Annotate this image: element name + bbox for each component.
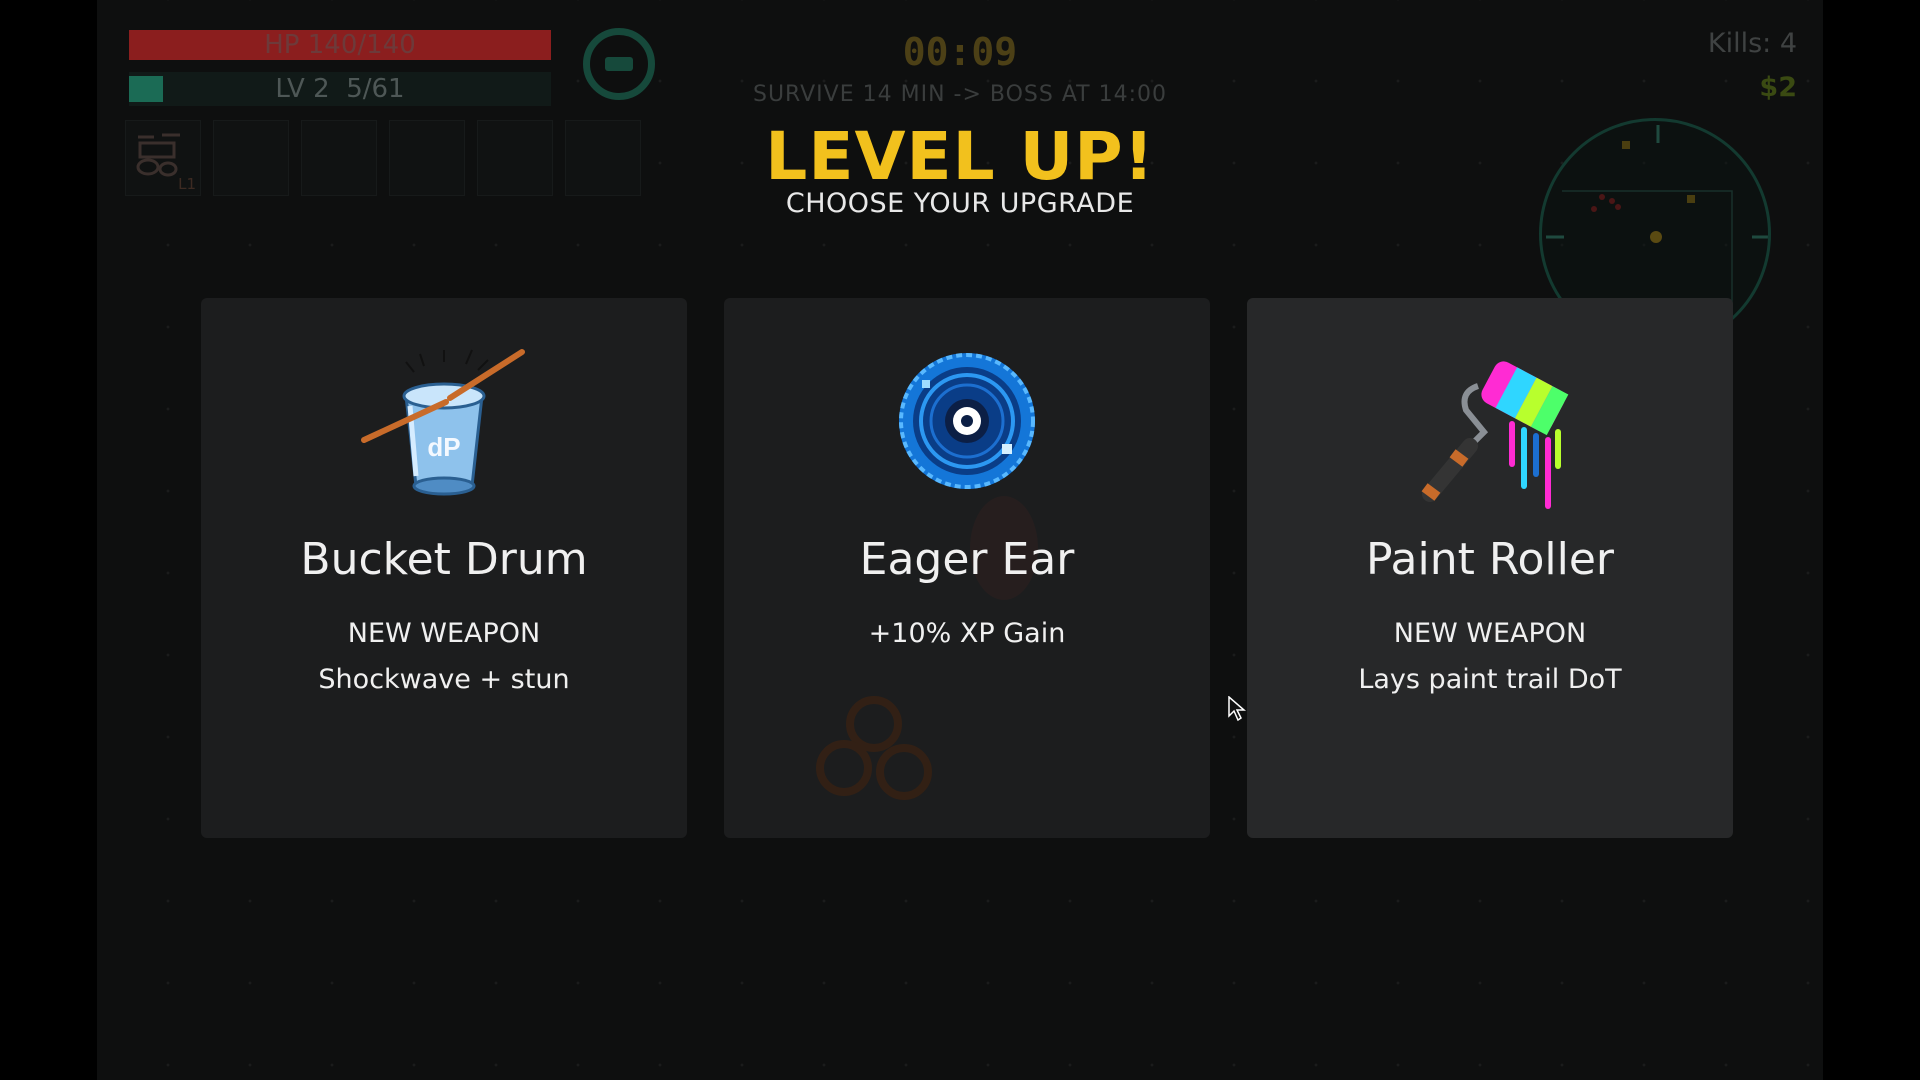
objective-text: SURVIVE 14 MIN -> BOSS AT 14:00 [752,82,1168,107]
vinyl-disc-icon [724,336,1210,506]
card-description: +10% XP Gain [868,618,1066,649]
level-up-title: LEVEL UP! [765,118,1155,195]
card-name: Eager Ear [859,534,1075,585]
paint-roller-icon [1247,336,1733,509]
minimap-ring [97,0,98,1]
kill-counter: Kills: 4 [1707,28,1797,59]
card-tag: NEW WEAPON [347,618,541,649]
level-up-subtitle: CHOOSE YOUR UPGRADE [785,188,1135,219]
card-tag: NEW WEAPON [1393,618,1587,649]
upgrade-card-bucket-drum[interactable]: dP Bucket Drum NEW WEAPON Shockwave + st… [201,298,687,838]
upgrade-card-paint-roller[interactable]: Paint Roller NEW WEAPON Lays paint trail… [1247,298,1733,838]
upgrade-card-eager-ear[interactable]: Eager Ear +10% XP Gain [724,298,1210,838]
money-counter: $2 [1759,72,1797,103]
game-stage: HP 140/140 LV 2 5/61 L1 00:09 SURVIVE 14… [97,0,1823,1080]
card-name: Paint Roller [1366,534,1614,585]
survival-timer: 00:09 [902,30,1018,74]
svg-text:dP: dP [427,432,460,462]
card-description: Lays paint trail DoT [1358,664,1622,695]
card-description: Shockwave + stun [318,664,570,695]
coin-pile-icon [816,696,932,800]
bucket-drum-icon: dP [201,336,687,506]
card-name: Bucket Drum [300,534,588,585]
